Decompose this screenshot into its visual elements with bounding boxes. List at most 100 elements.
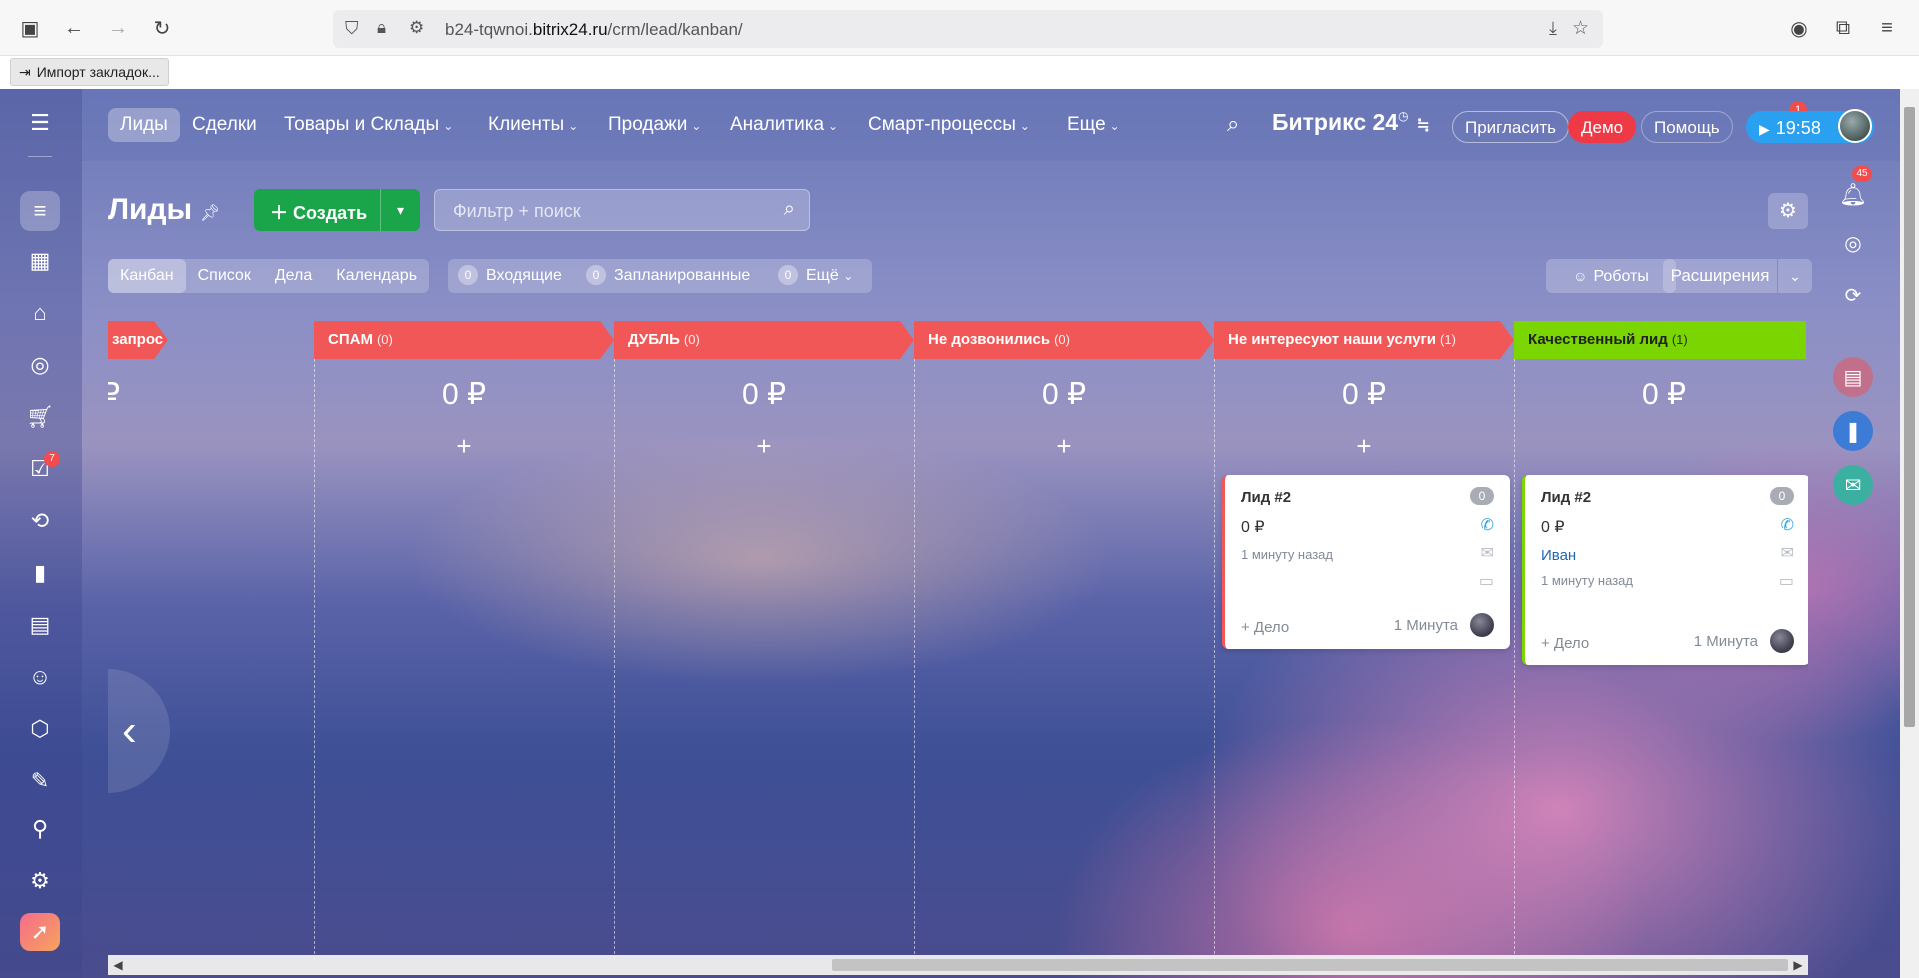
- nav-item-smart-processes[interactable]: Смарт-процессы ⌄: [856, 108, 1042, 142]
- box-icon[interactable]: ⬡: [20, 709, 60, 749]
- rocket-icon[interactable]: ➚: [20, 913, 60, 951]
- robot-icon[interactable]: ☺: [20, 657, 60, 697]
- stage-header[interactable]: Качественный лид (1): [1514, 321, 1806, 359]
- card-contact[interactable]: Иван: [1541, 547, 1576, 564]
- mail-icon[interactable]: ✉: [1481, 543, 1494, 563]
- nav-item-leads[interactable]: Лиды: [108, 108, 180, 142]
- chat-sync-icon[interactable]: ⟳: [1833, 275, 1873, 315]
- tabs-icon[interactable]: ▣: [16, 14, 44, 42]
- demo-button[interactable]: Демо: [1568, 111, 1637, 143]
- invite-button[interactable]: Пригласить: [1452, 111, 1570, 143]
- pin-icon[interactable]: 📌︎: [200, 203, 220, 223]
- chat-icon[interactable]: ✉: [1833, 465, 1873, 505]
- chevron-down-icon[interactable]: ▾: [380, 189, 420, 231]
- tab-calendar[interactable]: Календарь: [324, 259, 429, 293]
- nav-item-deals[interactable]: Сделки: [180, 108, 269, 142]
- add-lead-button[interactable]: +: [314, 431, 614, 462]
- help-button[interactable]: Помощь: [1641, 111, 1733, 143]
- site-settings-icon[interactable]: ⚙: [409, 18, 424, 38]
- cart-icon[interactable]: 🛒︎: [20, 397, 60, 437]
- avatar[interactable]: [1470, 613, 1494, 637]
- nav-item-more[interactable]: Еще ⌄: [1055, 108, 1132, 142]
- pin-tool-icon[interactable]: ⚲: [20, 809, 60, 849]
- add-lead-button[interactable]: +: [108, 431, 123, 462]
- target-icon[interactable]: ◎: [20, 345, 60, 385]
- chevron-down-icon[interactable]: ⌄: [1778, 259, 1812, 293]
- target-icon[interactable]: ◎: [1833, 223, 1873, 263]
- create-button[interactable]: ＋ Создать ▾: [254, 189, 420, 231]
- chat-icon[interactable]: ▭: [1779, 571, 1794, 591]
- tasks-icon[interactable]: ☑ 7: [20, 449, 60, 489]
- extensions-icon[interactable]: ⧉: [1829, 14, 1857, 42]
- search-icon[interactable]: ⌕: [1227, 111, 1239, 137]
- chevron-down-icon: ⌄: [691, 119, 702, 133]
- card-title[interactable]: Лид #2: [1241, 489, 1291, 506]
- filter-search-box[interactable]: ⌕: [434, 189, 810, 231]
- scrollbar-thumb[interactable]: [1904, 107, 1915, 727]
- vertical-scrollbar[interactable]: [1900, 89, 1919, 978]
- lead-card[interactable]: Лид #2 0 0 ₽ Иван 1 минуту назад ✆ ✉ ▭ +…: [1522, 475, 1808, 665]
- extensions-button[interactable]: Расширения: [1663, 259, 1777, 293]
- stage-header[interactable]: Не дозвонились (0): [914, 321, 1214, 359]
- bitrix24-logo[interactable]: Битрикс 24◷≒: [1272, 109, 1430, 136]
- bookmark-import[interactable]: ⇥ Импорт закладок...: [10, 58, 169, 86]
- account-icon[interactable]: ◉: [1785, 14, 1813, 42]
- forward-icon[interactable]: →: [104, 14, 132, 42]
- stage-header[interactable]: СПАМ (0): [314, 321, 614, 359]
- user-avatar[interactable]: [1838, 109, 1872, 143]
- bookmark-icon[interactable]: ❚: [1833, 411, 1873, 451]
- lock-icon[interactable]: 🔒︎: [377, 18, 386, 38]
- lead-card[interactable]: Лид #2 0 0 ₽ 1 минуту назад ✆ ✉ ▭ + Дело…: [1222, 475, 1510, 649]
- recent-item-icon[interactable]: ▤: [1833, 357, 1873, 397]
- download-icon[interactable]: ⤓: [1549, 18, 1557, 39]
- hamburger-menu-icon[interactable]: ☰: [20, 103, 60, 143]
- add-activity-button[interactable]: + Дело: [1541, 635, 1589, 652]
- phone-icon[interactable]: ✆: [1781, 515, 1794, 535]
- avatar[interactable]: [1770, 629, 1794, 653]
- mail-icon[interactable]: ✉: [1781, 543, 1794, 563]
- shield-icon[interactable]: ⛉: [345, 18, 359, 39]
- horizontal-scrollbar[interactable]: ◀ ▶: [108, 955, 1808, 975]
- tab-activities[interactable]: Дела: [263, 259, 324, 293]
- search-icon[interactable]: ⌕: [784, 198, 795, 221]
- tab-kanban[interactable]: Канбан: [108, 259, 186, 293]
- add-lead-button[interactable]: +: [1214, 431, 1514, 462]
- counter-incoming[interactable]: 0 Входящие: [458, 259, 562, 293]
- filter-search-input[interactable]: [453, 200, 753, 222]
- bitrix-app: ☰ ≡ ▦ ⌂ ◎ 🛒︎ ☑ 7 ⟲ ▮ ▤ ☺ ⬡ ✎ ⚲ ⚙ ➚ Лиды С…: [0, 89, 1900, 978]
- counter-more[interactable]: 0 Ещё ⌄: [778, 259, 853, 293]
- menu-icon[interactable]: ≡: [1873, 14, 1901, 42]
- phone-icon[interactable]: ✆: [1481, 515, 1494, 535]
- analytics-icon[interactable]: ▮: [20, 553, 60, 593]
- tab-list[interactable]: Список: [186, 259, 263, 293]
- counter-planned[interactable]: 0 Запланированные: [586, 259, 750, 293]
- scroll-right-icon[interactable]: ▶: [1788, 955, 1808, 975]
- robots-button[interactable]: ☺ Роботы: [1546, 259, 1676, 293]
- kanban-settings-gear-icon[interactable]: ⚙: [1768, 193, 1808, 229]
- address-bar[interactable]: ⛉ 🔒︎ ⚙ b24-tqwnoi.bitrix24.ru/crm/lead/k…: [333, 10, 1603, 48]
- add-lead-button[interactable]: +: [914, 431, 1214, 462]
- add-lead-button[interactable]: +: [614, 431, 914, 462]
- workflow-icon[interactable]: ⟲: [20, 501, 60, 541]
- stage-header[interactable]: ДУБЛЬ (0): [614, 321, 914, 359]
- chat-icon[interactable]: ▭: [1479, 571, 1494, 591]
- stage-header[interactable]: Не интересуют наши услуги (1): [1214, 321, 1514, 359]
- nav-item-sales[interactable]: Продажи ⌄: [596, 108, 713, 142]
- calendar-icon[interactable]: ▦: [20, 241, 60, 281]
- nav-item-analytics[interactable]: Аналитика ⌄: [718, 108, 850, 142]
- add-activity-button[interactable]: + Дело: [1241, 619, 1289, 636]
- reload-icon[interactable]: ↻: [148, 14, 176, 42]
- crm-icon[interactable]: ≡: [20, 191, 60, 231]
- document-sign-icon[interactable]: ✎: [20, 761, 60, 801]
- scroll-left-icon[interactable]: ◀: [108, 955, 128, 975]
- back-icon[interactable]: ←: [60, 14, 88, 42]
- settings-icon[interactable]: ⚙: [20, 861, 60, 901]
- drive-icon[interactable]: ⌂: [20, 293, 60, 333]
- scrollbar-thumb[interactable]: [832, 959, 1788, 971]
- card-title[interactable]: Лид #2: [1541, 489, 1591, 506]
- stage-header[interactable]: запрос (0): [108, 321, 168, 359]
- nav-item-clients[interactable]: Клиенты ⌄: [476, 108, 590, 142]
- bookmark-star-icon[interactable]: ☆: [1572, 17, 1589, 40]
- contact-card-icon[interactable]: ▤: [20, 605, 60, 645]
- nav-item-products[interactable]: Товары и Склады ⌄: [272, 108, 465, 142]
